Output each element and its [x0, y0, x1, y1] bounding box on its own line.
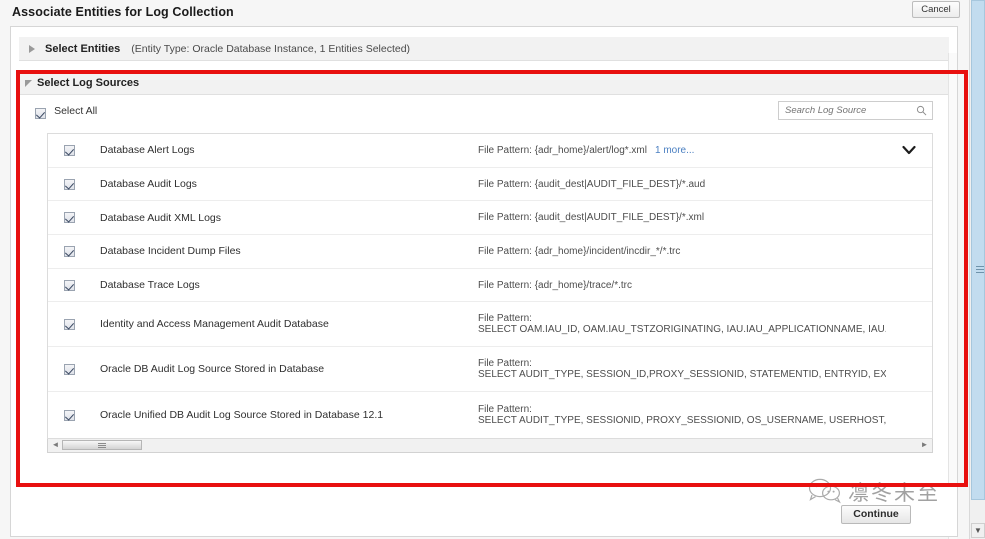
section-select-entities-header[interactable]: Select Entities (Entity Type: Oracle Dat…: [19, 37, 949, 61]
file-pattern-value: {audit_dest|AUDIT_FILE_DEST}/*.xml: [534, 212, 705, 224]
browser-scroll-grip: [976, 266, 984, 274]
browser-scroll-thumb[interactable]: [971, 0, 985, 500]
log-sources-table: Database Alert Logs File Pattern: {adr_ho…: [47, 133, 933, 439]
select-all-control[interactable]: Select All: [35, 105, 97, 119]
file-pattern-value: SELECT OAM.IAU_ID, OAM.IAU_TSTZORIGINATI…: [478, 324, 886, 336]
file-pattern-value: {adr_home}/alert/log*.xml: [534, 144, 647, 156]
browser-vertical-scrollbar[interactable]: ▼: [969, 0, 985, 539]
table-row[interactable]: Oracle DB Audit Log Source Stored in Dat…: [48, 347, 932, 393]
log-source-name: Database Alert Logs: [100, 144, 195, 157]
row-checkbox[interactable]: [64, 409, 75, 421]
section-select-entities-title: Select Entities: [45, 43, 121, 55]
row-checkbox-cell[interactable]: [48, 144, 100, 156]
search-icon[interactable]: [916, 105, 927, 116]
log-source-name: Database Audit Logs: [100, 178, 197, 191]
file-pattern-label: File Pattern:: [478, 144, 532, 156]
file-pattern-value: {adr_home}/trace/*.trc: [534, 279, 632, 291]
log-sources-toolbar: Select All: [19, 95, 951, 133]
row-checkbox-cell[interactable]: [48, 363, 100, 376]
row-checkbox[interactable]: [64, 364, 75, 376]
file-pattern-value: {audit_dest|AUDIT_FILE_DEST}/*.aud: [534, 178, 706, 190]
scroll-left-icon[interactable]: ◄: [49, 439, 62, 451]
dialog-body-panel: Select Entities (Entity Type: Oracle Dat…: [10, 26, 958, 539]
search-input[interactable]: [779, 102, 907, 119]
page-title: Associate Entities for Log Collection: [12, 5, 234, 19]
dialog-footer: Continue: [10, 487, 958, 537]
table-row[interactable]: Database Incident Dump Files File Pattern…: [48, 235, 932, 269]
section-select-entities-summary: (Entity Type: Oracle Database Instance, …: [131, 43, 411, 55]
table-row[interactable]: Database Audit XML Logs File Pattern: {au…: [48, 201, 932, 236]
row-checkbox-cell[interactable]: [48, 178, 100, 190]
row-checkbox[interactable]: [64, 212, 75, 224]
file-pattern-label: File Pattern:: [478, 313, 532, 325]
file-pattern-label: File Pattern:: [478, 358, 532, 370]
chevron-down-icon: [25, 80, 32, 87]
row-checkbox[interactable]: [64, 319, 75, 331]
continue-button[interactable]: Continue: [841, 505, 911, 524]
row-checkbox[interactable]: [64, 246, 75, 257]
row-checkbox[interactable]: [64, 279, 75, 291]
file-pattern-cell: File Pattern: {audit_dest|AUDIT_FILE_DES…: [478, 179, 886, 190]
file-pattern-value: {adr_home}/incident/incdir_*/*.trc: [534, 245, 681, 257]
associate-entities-dialog: Associate Entities for Log Collection Ca…: [0, 0, 968, 539]
cancel-button[interactable]: Cancel: [912, 1, 960, 18]
row-checkbox-cell[interactable]: [48, 318, 100, 331]
file-pattern-label: File Pattern:: [478, 403, 532, 415]
file-pattern-label: File Pattern:: [478, 178, 532, 190]
file-pattern-cell: File Pattern: SELECT AUDIT_TYPE, SESSION_…: [478, 358, 886, 380]
file-pattern-cell: File Pattern: {adr_home}/incident/incdir…: [478, 246, 886, 257]
select-all-checkbox[interactable]: [35, 107, 46, 119]
chevron-right-icon: [29, 45, 35, 53]
row-expand-chevron-down-icon[interactable]: [886, 143, 932, 158]
row-checkbox-cell[interactable]: [48, 279, 100, 291]
table-row[interactable]: Database Alert Logs File Pattern: {adr_ho…: [48, 134, 932, 168]
table-row[interactable]: Database Audit Logs File Pattern: {audit_…: [48, 168, 932, 202]
file-pattern-value: SELECT AUDIT_TYPE, SESSION_ID,PROXY_SESS…: [478, 369, 886, 381]
select-all-label: Select All: [54, 105, 98, 117]
file-pattern-cell: File Pattern: SELECT AUDIT_TYPE, SESSIONI…: [478, 404, 886, 426]
row-checkbox[interactable]: [64, 144, 75, 156]
file-pattern-cell: File Pattern: {adr_home}/alert/log*.xml 1…: [478, 145, 886, 156]
section-select-log-sources-title: Select Log Sources: [37, 77, 140, 89]
file-pattern-cell: File Pattern: {audit_dest|AUDIT_FILE_DES…: [478, 212, 886, 223]
row-checkbox[interactable]: [64, 178, 75, 190]
horizontal-scroll-thumb[interactable]: [62, 440, 142, 450]
log-source-name: Database Incident Dump Files: [100, 245, 241, 258]
table-row[interactable]: Database Trace Logs File Pattern: {adr_ho…: [48, 269, 932, 303]
scroll-down-icon[interactable]: ▼: [971, 523, 985, 538]
search-log-source-box[interactable]: [778, 101, 933, 120]
row-checkbox-cell[interactable]: [48, 212, 100, 224]
file-pattern-more-link[interactable]: 1 more...: [655, 145, 694, 156]
scroll-thumb-grip: [98, 443, 106, 448]
dialog-titlebar: Associate Entities for Log Collection Ca…: [0, 0, 968, 24]
log-source-name: Database Audit XML Logs: [100, 211, 222, 224]
row-checkbox-cell[interactable]: [48, 409, 100, 421]
scroll-right-icon[interactable]: ►: [918, 439, 931, 451]
row-checkbox-cell[interactable]: [48, 245, 100, 257]
table-row[interactable]: Identity and Access Management Audit Dat…: [48, 302, 932, 348]
file-pattern-label: File Pattern:: [478, 245, 532, 257]
log-source-name: Identity and Access Management Audit Dat…: [100, 318, 329, 331]
log-source-name: Oracle Unified DB Audit Log Source Store…: [100, 408, 384, 421]
log-source-name: Oracle DB Audit Log Source Stored in Dat…: [100, 363, 325, 376]
page-root: Associate Entities for Log Collection Ca…: [0, 0, 985, 539]
section-select-log-sources-header[interactable]: Select Log Sources: [19, 71, 951, 95]
table-horizontal-scrollbar[interactable]: ◄ ►: [47, 439, 933, 453]
table-row[interactable]: Oracle Unified DB Audit Log Source Store…: [48, 392, 932, 437]
log-source-name: Database Trace Logs: [100, 279, 200, 292]
file-pattern-label: File Pattern:: [478, 279, 532, 291]
file-pattern-cell: File Pattern: {adr_home}/trace/*.trc: [478, 280, 886, 291]
section-select-log-sources: Select Log Sources Select All Search Log…: [19, 71, 951, 453]
file-pattern-cell: File Pattern: SELECT OAM.IAU_ID, OAM.IAU_…: [478, 313, 886, 335]
file-pattern-value: SELECT AUDIT_TYPE, SESSIONID, PROXY_SESS…: [478, 414, 886, 426]
file-pattern-label: File Pattern:: [478, 212, 532, 224]
panel-vertical-scrollbar[interactable]: [948, 53, 957, 539]
